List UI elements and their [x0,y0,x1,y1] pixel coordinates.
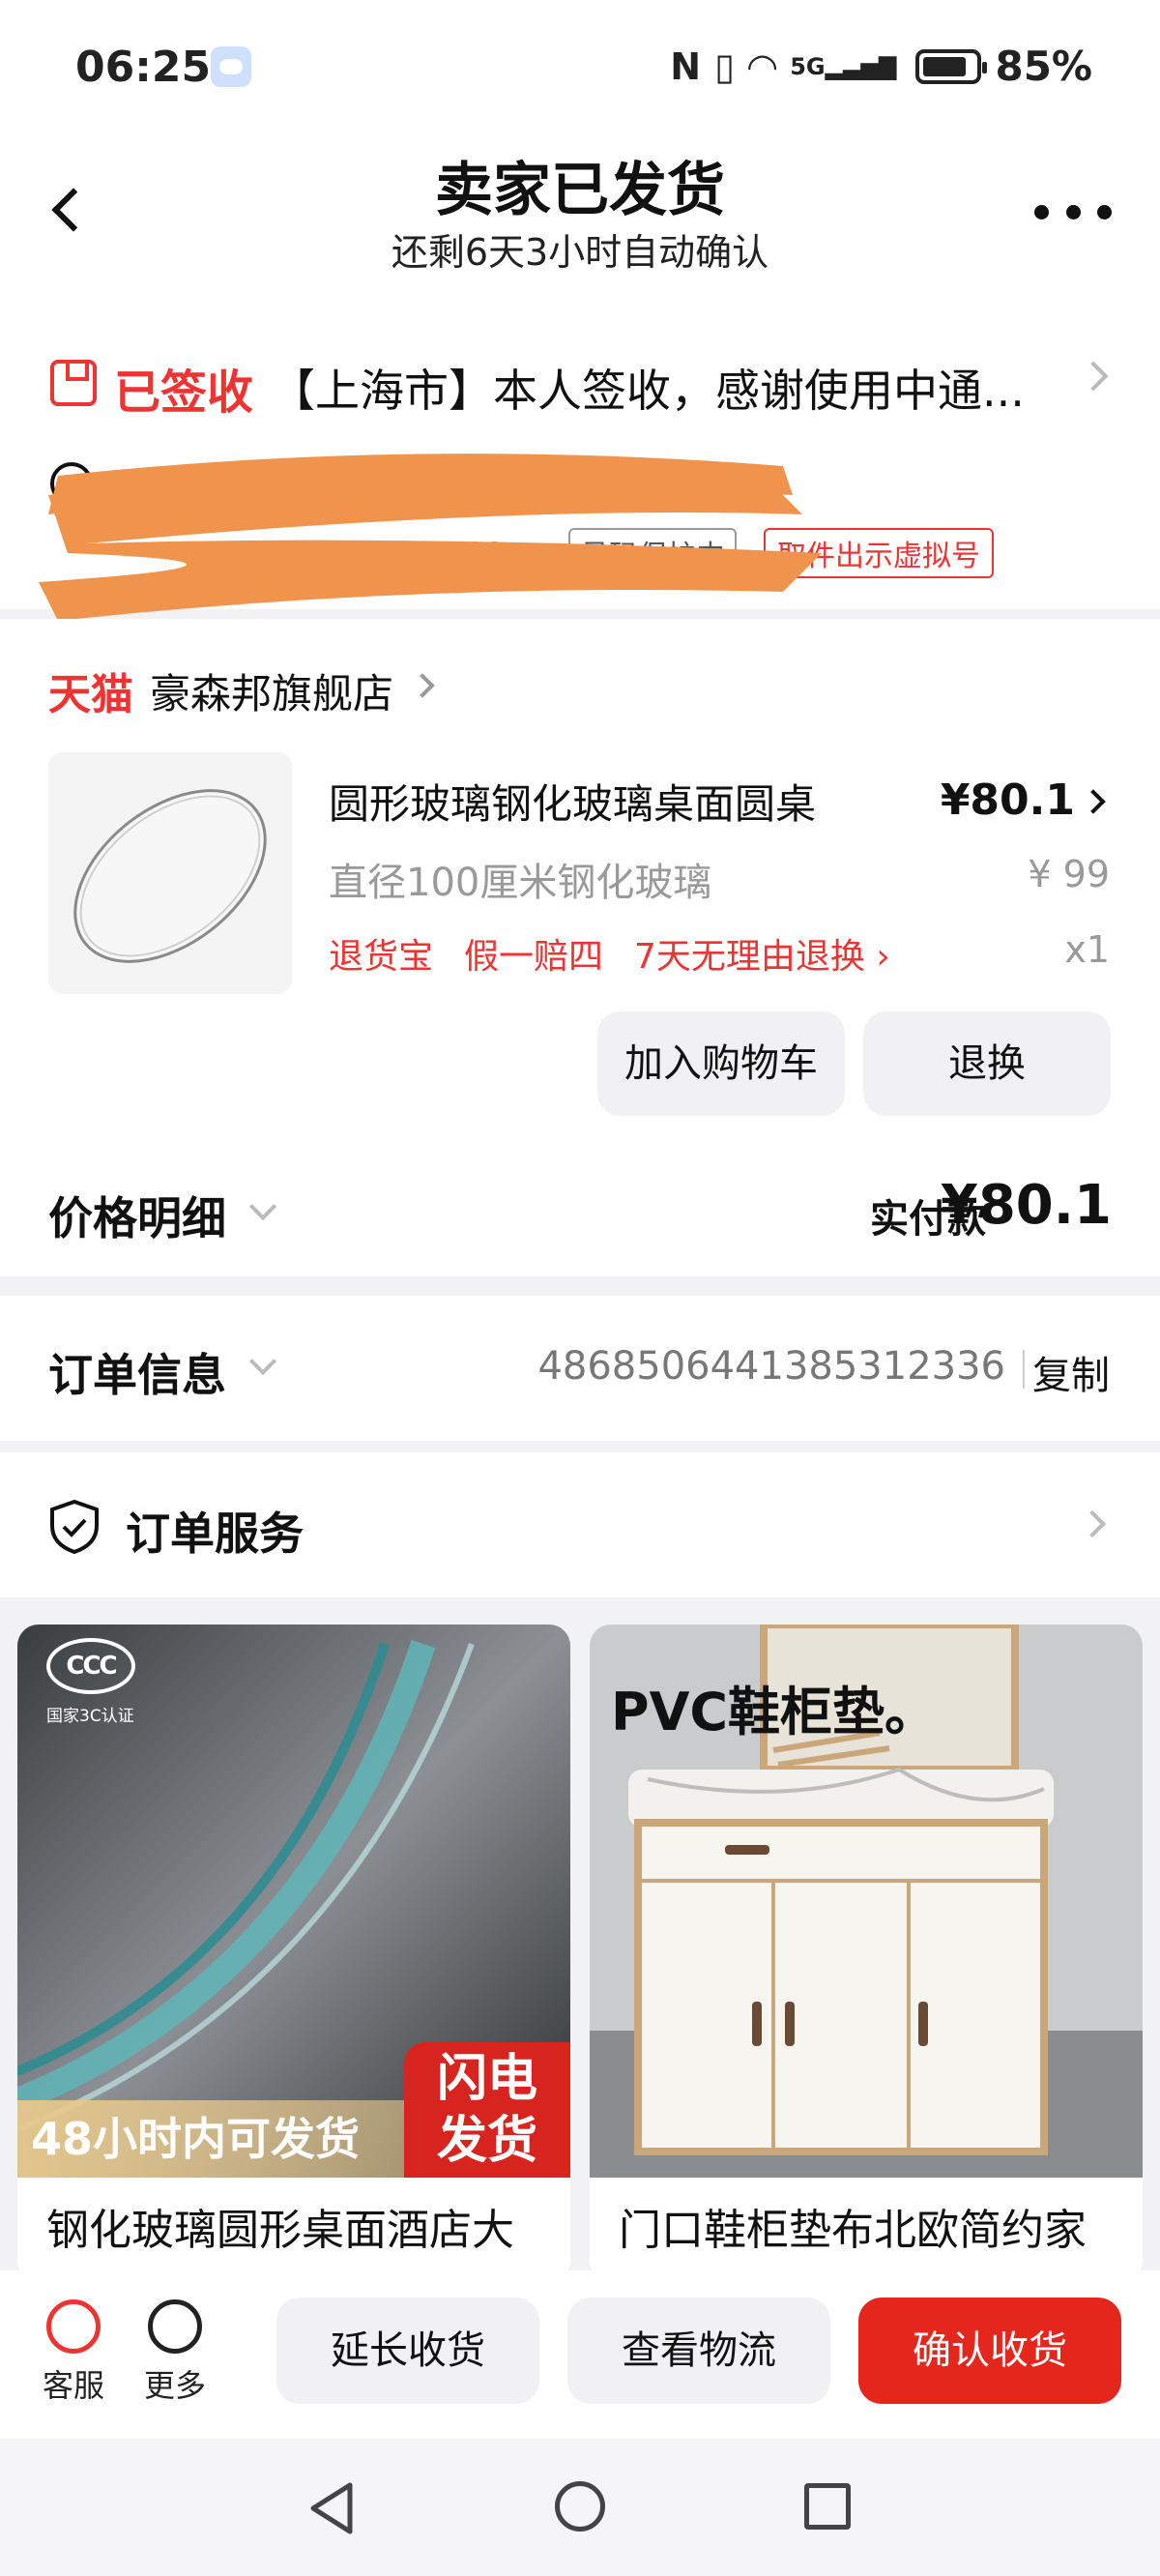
product-name[interactable]: 圆形玻璃钢化玻璃桌面圆桌 [329,772,816,831]
extend-receipt-button[interactable]: 延长收货 [276,2298,539,2404]
delivery-status: 已签收 [114,366,254,420]
quantity: x1 [1064,928,1110,971]
recommendation-title[interactable]: 门口鞋柜垫布北欧简约家 [619,2195,1121,2257]
order-info-toggle[interactable]: 订单信息 [48,1340,226,1404]
price-detail-toggle[interactable]: 价格明细 [48,1184,226,1247]
logistics-card: 已签收 【上海市】本人签收，感谢使用中通... 西泰 13 号码保护中 取件出示… [0,329,1160,621]
add-to-cart-button[interactable]: 加入购物车 [597,1011,845,1116]
wifi-icon: ◠ [748,44,777,88]
order-service-label: 订单服务 [126,1508,304,1560]
nfc-icon: N [670,44,702,88]
ccc-logo: CCC [46,1638,135,1694]
flash-text-1: 闪电 [436,2050,537,2108]
chevron-right-icon[interactable] [1078,1509,1107,1538]
flash-shipping-badge: 闪电 发货 [404,2042,570,2178]
product-spec: 直径100厘米钢化玻璃 [329,861,712,905]
customer-service-icon [46,2299,101,2354]
chevron-down-icon[interactable] [248,1347,277,1376]
auto-confirm-countdown: 还剩6天3小时自动确认 [391,231,769,274]
customer-service-button[interactable]: 客服 [43,2299,104,2406]
chevron-right-icon[interactable] [410,673,435,698]
original-price: ¥ 99 [1028,853,1110,895]
shipping-time-badge: 48小时内可发货 [17,2100,404,2178]
tag-7day-return[interactable]: 7天无理由退换 › [634,928,890,979]
copy-button[interactable]: 复制 [1032,1344,1110,1400]
confirm-receipt-button[interactable]: 确认收货 [858,2298,1121,2404]
nav-recent-apps-icon[interactable] [804,2483,851,2530]
tmall-logo: 天猫 [48,670,133,719]
nav-home-icon[interactable] [555,2481,605,2532]
divider [1023,1350,1025,1389]
page-title: 卖家已发货 [435,157,725,224]
package-icon [50,360,97,406]
order-service-card[interactable]: 订单服务 [0,1452,1160,1597]
tag-return-insurance: 退货宝 [329,937,434,977]
chevron-right-icon[interactable] [1081,789,1106,814]
shield-check-icon [50,1499,99,1555]
app-notification-icon [211,46,251,87]
paid-amount: ¥80.1 [940,1174,1112,1237]
shop-name[interactable]: 豪森邦旗舰店 [150,661,393,720]
page-header: 卖家已发货 还剩6天3小时自动确认 [0,135,1160,329]
status-time: 06:25 [75,43,212,92]
view-logistics-button[interactable]: 查看物流 [567,2298,830,2404]
chevron-down-icon[interactable] [248,1192,277,1221]
recommendation-card[interactable]: PVC鞋柜垫。 门口鞋柜垫布北欧简约家 [590,1625,1143,2282]
customer-service-label: 客服 [43,2367,105,2404]
order-info-card: 订单信息 4868506441385312336 复制 [0,1296,1160,1441]
return-exchange-button[interactable]: 退换 [863,1011,1111,1116]
image-caption: PVC鞋柜垫。 [611,1682,937,1742]
vibrate-icon: ▯ [714,44,735,88]
product-image[interactable] [48,752,292,994]
status-bar: 06:25 N ▯ ◠ 5G▂▃▅▇ 85% [0,0,1160,135]
bottom-action-bar: 客服 更多 延长收货 查看物流 确认收货 [0,2270,1160,2439]
flash-text-2: 发货 [436,2112,537,2170]
battery-icon [915,48,988,84]
product-price: ¥80.1 [940,776,1075,825]
tag-fake-compensation: 假一赔四 [464,937,604,977]
logistics-message[interactable]: 【上海市】本人签收，感谢使用中通... [271,356,1025,420]
ccc-certification-badge: CCC 国家3C认证 [46,1638,135,1726]
cert-text: 国家3C认证 [46,1707,134,1726]
network-type-label: 5G [790,52,826,80]
redaction-scribble [39,454,822,621]
more-dots-icon [148,2299,202,2354]
battery-percent: 85% [995,43,1092,90]
recommendation-card[interactable]: CCC 国家3C认证 48小时内可发货 闪电 发货 钢化玻璃圆形桌面酒店大 [17,1625,570,2282]
recommendation-title[interactable]: 钢化玻璃圆形桌面酒店大 [46,2195,549,2257]
service-tags: 退货宝 假一赔四 7天无理由退换 › [329,928,890,979]
order-item-card: 天猫 豪森邦旗舰店 圆形玻璃钢化玻璃桌面圆桌 ¥80.1 直径100厘米钢化玻璃… [0,619,1160,1276]
order-number: 4868506441385312336 [537,1344,1005,1389]
recommendation-image[interactable]: CCC 国家3C认证 48小时内可发货 闪电 发货 [17,1625,570,2178]
more-button[interactable]: 更多 [139,2299,211,2406]
system-nav-bar [0,2439,1160,2576]
more-label: 更多 [143,2367,206,2404]
nav-back-icon[interactable] [307,2481,356,2535]
more-options-button[interactable] [1034,205,1112,224]
chevron-right-icon[interactable] [1078,361,1109,392]
status-icons: N ▯ ◠ 5G▂▃▅▇ 85% [670,43,1092,90]
recommendation-image[interactable]: PVC鞋柜垫。 [590,1625,1143,2178]
signal-icon: 5G▂▃▅▇ [790,52,897,80]
